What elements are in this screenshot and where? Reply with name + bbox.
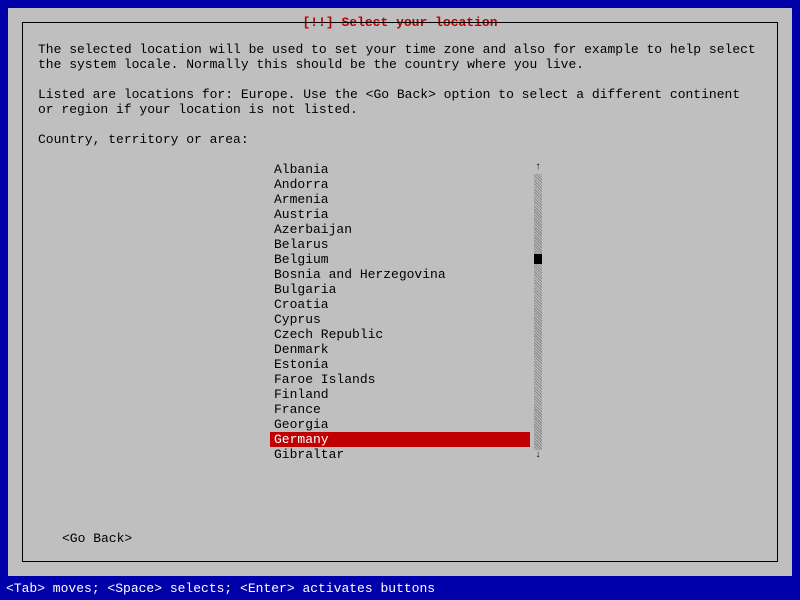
list-item[interactable]: Cyprus [270, 312, 530, 327]
list-item[interactable]: Germany [270, 432, 530, 447]
scroll-thumb[interactable] [534, 254, 542, 264]
list-item[interactable]: Denmark [270, 342, 530, 357]
go-back-button[interactable]: <Go Back> [62, 531, 132, 546]
list-item[interactable]: Belarus [270, 237, 530, 252]
list-item[interactable]: Armenia [270, 192, 530, 207]
scroll-up-icon[interactable]: ↑ [534, 162, 542, 174]
scrollbar: ↑ ↓ [534, 162, 542, 462]
description-text-1: The selected location will be used to se… [38, 42, 762, 72]
list-item[interactable]: Czech Republic [270, 327, 530, 342]
list-item[interactable]: France [270, 402, 530, 417]
installer-frame: [!!] Select your location The selected l… [8, 8, 792, 576]
scroll-track[interactable] [534, 174, 542, 450]
list-item[interactable]: Bosnia and Herzegovina [270, 267, 530, 282]
list-item[interactable]: Finland [270, 387, 530, 402]
prompt-label: Country, territory or area: [38, 132, 762, 147]
list-item[interactable]: Georgia [270, 417, 530, 432]
country-list: AlbaniaAndorraArmeniaAustriaAzerbaijanBe… [38, 162, 762, 462]
list-item[interactable]: Gibraltar [270, 447, 530, 462]
list-item[interactable]: Andorra [270, 177, 530, 192]
status-bar: <Tab> moves; <Space> selects; <Enter> ac… [4, 581, 796, 596]
list-item[interactable]: Albania [270, 162, 530, 177]
scroll-down-icon[interactable]: ↓ [534, 450, 542, 462]
dialog-content: The selected location will be used to se… [38, 42, 762, 546]
list-item[interactable]: Croatia [270, 297, 530, 312]
list-item[interactable]: Estonia [270, 357, 530, 372]
list-item[interactable]: Belgium [270, 252, 530, 267]
list-item[interactable]: Faroe Islands [270, 372, 530, 387]
list-item[interactable]: Austria [270, 207, 530, 222]
description-text-2: Listed are locations for: Europe. Use th… [38, 87, 762, 117]
list-item[interactable]: Bulgaria [270, 282, 530, 297]
list-item[interactable]: Azerbaijan [270, 222, 530, 237]
